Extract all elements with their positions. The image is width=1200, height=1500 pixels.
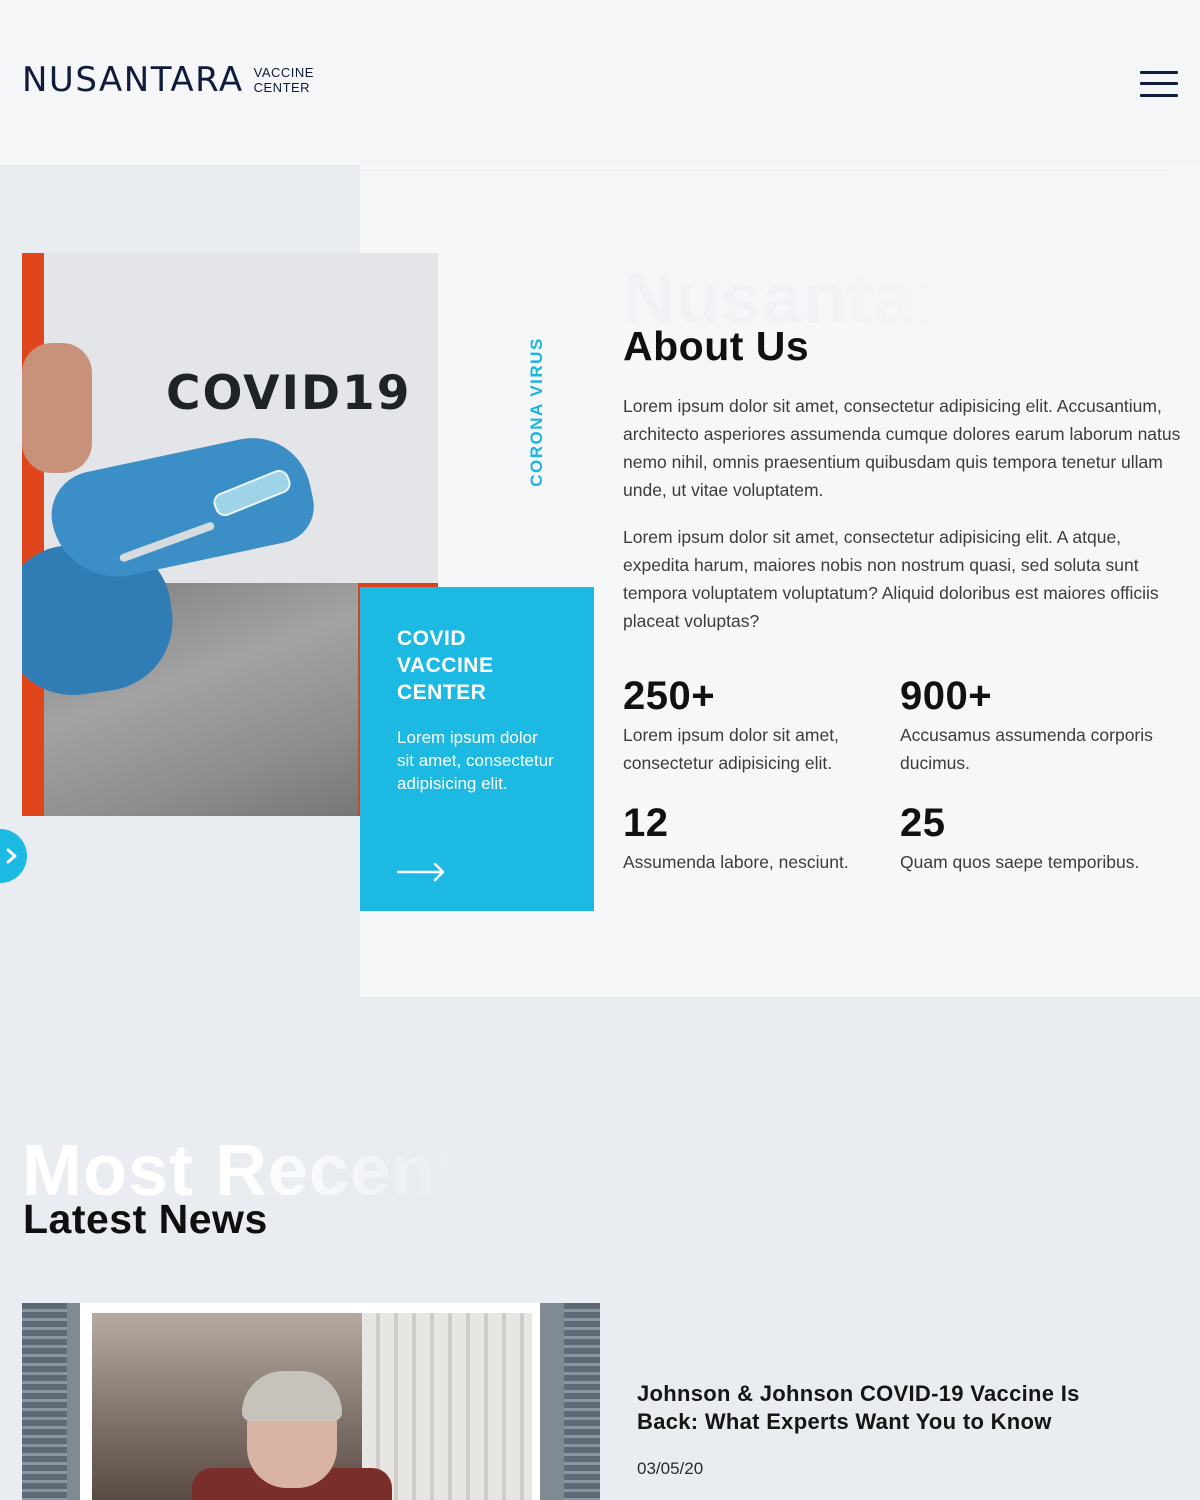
card-title: COVID VACCINE CENTER [397,627,494,704]
chevron-right-icon [6,848,17,864]
news-photo[interactable] [22,1303,600,1500]
hamburger-menu-icon[interactable] [1140,70,1178,98]
about-paragraph-2: Lorem ipsum dolor sit amet, consectetur … [623,527,1159,631]
stat-description: Assumenda labore, nesciunt. [623,852,849,872]
stat-number: 900+ [900,674,993,718]
divider [360,170,1170,171]
stat-number: 25 [900,801,946,845]
site-logo[interactable]: NUSANTARA VACCINE CENTER [22,60,314,100]
logo-tagline-line2: CENTER [253,80,311,95]
stat-item: 25 Quam quos saepe temporibus. [900,801,1190,876]
news-title: Latest News [23,1196,268,1242]
vaccine-center-card: COVID VACCINE CENTER Lorem ipsum dolor s… [360,587,594,911]
logo-tagline-line1: VACCINE [253,65,314,80]
stat-item: 250+ Lorem ipsum dolor sit amet, consect… [623,674,893,777]
photo-sign-text: COVID19 [166,366,412,421]
news-date: 03/05/20 [637,1459,704,1478]
stat-number: 250+ [623,674,716,718]
card-text: Lorem ipsum dolor sit amet, consectetur … [397,728,554,793]
stat-description: Lorem ipsum dolor sit amet, consectetur … [623,725,839,773]
about-paragraph-1: Lorem ipsum dolor sit amet, consectetur … [623,396,1181,500]
stat-number: 12 [623,801,669,845]
stat-description: Accusamus assumenda corporis ducimus. [900,725,1153,773]
stat-item: 900+ Accusamus assumenda corporis ducimu… [900,674,1190,777]
corona-virus-label: CORONA VIRUS [527,337,546,487]
site-header: NUSANTARA VACCINE CENTER [0,0,1200,165]
about-title: About Us [623,323,810,369]
news-headline-link[interactable]: Johnson & Johnson COVID-19 Vaccine Is Ba… [637,1380,1117,1436]
logo-tagline: VACCINE CENTER [254,65,314,95]
stat-description: Quam quos saepe temporibus. [900,852,1140,872]
stat-item: 12 Assumenda labore, nesciunt. [623,801,893,876]
arrow-right-icon[interactable] [397,861,445,883]
logo-wordmark: NUSANTARA [22,60,244,100]
